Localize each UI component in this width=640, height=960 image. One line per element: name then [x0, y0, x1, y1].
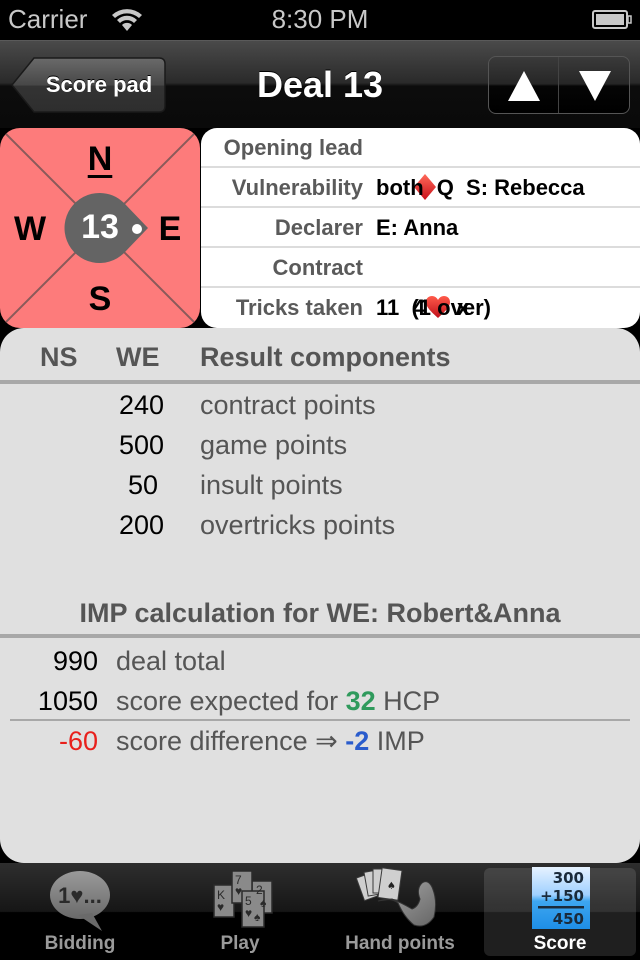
clock: 8:30 PM: [271, 4, 369, 34]
triangle-up-icon: [508, 71, 540, 101]
we-value: 50: [127, 470, 158, 500]
tab-score-label: Score: [533, 933, 587, 954]
we-value: 240: [118, 390, 164, 420]
expected-score-label: score expected for 32 HCP: [116, 686, 440, 717]
svg-text:2: 2: [256, 883, 263, 897]
deal-total-label: deal total: [116, 646, 226, 676]
difference-label-prefix: score difference ⇒: [116, 726, 346, 756]
deal-compass[interactable]: N S W E 13: [0, 128, 200, 328]
header-divider: [0, 380, 640, 384]
deal-total-value: 990: [52, 646, 98, 676]
ns-column-header: NS: [40, 342, 78, 372]
svg-text:♠: ♠: [254, 910, 261, 924]
tab-score[interactable]: 300 +150 450 Score: [480, 863, 640, 960]
opening-lead-label: Opening lead: [223, 135, 363, 160]
deal-navigation-segmented-control: [488, 56, 630, 114]
contract-label: Contract: [272, 255, 363, 280]
we-value: 500: [118, 430, 164, 460]
triangle-down-icon: [579, 71, 611, 101]
navigation-bar: Score pad Deal 13: [0, 40, 640, 128]
result-panel: NS WE Result components 240 contract poi…: [0, 328, 640, 863]
tricks-taken-row[interactable]: Tricks taken 11 (1 over): [201, 288, 640, 328]
score-icon-line-1: 300: [553, 869, 584, 887]
tab-hand-points-label: Hand points: [345, 933, 455, 954]
score-sum-icon: 300 +150 450: [532, 867, 590, 929]
page-title: Deal 13: [256, 64, 384, 105]
west-label: W: [13, 210, 47, 248]
declarer-value: E: Anna: [376, 215, 459, 240]
tricks-taken-label: Tricks taken: [235, 295, 363, 320]
east-label: E: [158, 210, 182, 248]
tab-bidding[interactable]: 1♥... Bidding: [0, 863, 160, 960]
component-label: insult points: [200, 470, 343, 500]
result-components-header: Result components: [200, 342, 451, 372]
we-column-header: WE: [116, 342, 160, 372]
vulnerability-label: Vulnerability: [231, 175, 363, 200]
imp-header-divider: [0, 634, 640, 638]
score-difference-value: -60: [58, 726, 98, 756]
svg-text:♠: ♠: [260, 896, 267, 910]
tab-hand-points[interactable]: ♠ Hand points: [320, 863, 480, 960]
playing-cards-icon: K♥ 7♥ 2♠ 5♥ ♠: [213, 870, 273, 928]
svg-text:♥: ♥: [217, 900, 224, 914]
score-icon-line-3: 450: [553, 910, 584, 928]
imp-value: -2: [345, 726, 370, 756]
tab-play-label: Play: [220, 933, 260, 954]
we-value: 200: [118, 510, 164, 540]
svg-text:♠: ♠: [387, 881, 396, 892]
imp-calculation-title: IMP calculation for WE: Robert&Anna: [79, 598, 561, 628]
back-button-label: Score pad: [45, 72, 153, 97]
svg-text:♥: ♥: [235, 884, 242, 898]
score-icon-line-2: +150: [540, 887, 584, 905]
difference-divider: [10, 719, 630, 721]
contract-row[interactable]: Contract 4 x: [201, 248, 640, 320]
score-difference-label: score difference ⇒ -2 IMP: [116, 726, 425, 757]
south-label: S: [88, 280, 112, 318]
opening-lead-row[interactable]: Opening lead Q S: Rebecca: [201, 128, 640, 201]
previous-deal-button[interactable]: [489, 57, 559, 113]
component-label: contract points: [200, 390, 376, 420]
deal-info-table: Opening lead Q S: Rebecca Vulnerability …: [201, 128, 640, 328]
deal-number: 13: [81, 208, 119, 246]
declarer-row[interactable]: Declarer E: Anna: [201, 208, 640, 248]
svg-text:♥: ♥: [245, 906, 252, 920]
speech-bubble-icon: 1♥...: [50, 871, 110, 931]
component-label: overtricks points: [200, 510, 396, 540]
status-bar: Carrier 8:30 PM: [0, 0, 640, 40]
expected-label-prefix: score expected for: [116, 686, 346, 716]
arm-holding-cards-icon: ♠: [356, 867, 437, 927]
tab-bar: 1♥... Bidding K ♥ 7 ♥ 2 ♠ 5 ♥ ♠ Play ♠ H…: [0, 863, 640, 960]
declarer-label: Declarer: [274, 215, 363, 240]
expected-score-value: 1050: [37, 686, 98, 716]
next-deal-button[interactable]: [560, 57, 629, 113]
tab-play[interactable]: K ♥ 7 ♥ 2 ♠ 5 ♥ ♠ Play: [160, 863, 320, 960]
component-label: game points: [200, 430, 348, 460]
north-label: N: [87, 140, 113, 178]
tricks-taken-value: 11 (1 over): [376, 295, 491, 320]
battery-icon: [592, 10, 632, 29]
vulnerability-row[interactable]: Vulnerability both: [201, 168, 640, 208]
back-button[interactable]: Score pad: [10, 56, 167, 114]
hcp-value: 32: [345, 686, 376, 716]
difference-label-suffix: IMP: [369, 726, 425, 756]
svg-text:1♥...: 1♥...: [58, 883, 102, 908]
vulnerability-value: both: [376, 175, 424, 200]
expected-label-suffix: HCP: [375, 686, 441, 716]
tab-bidding-label: Bidding: [44, 933, 116, 954]
